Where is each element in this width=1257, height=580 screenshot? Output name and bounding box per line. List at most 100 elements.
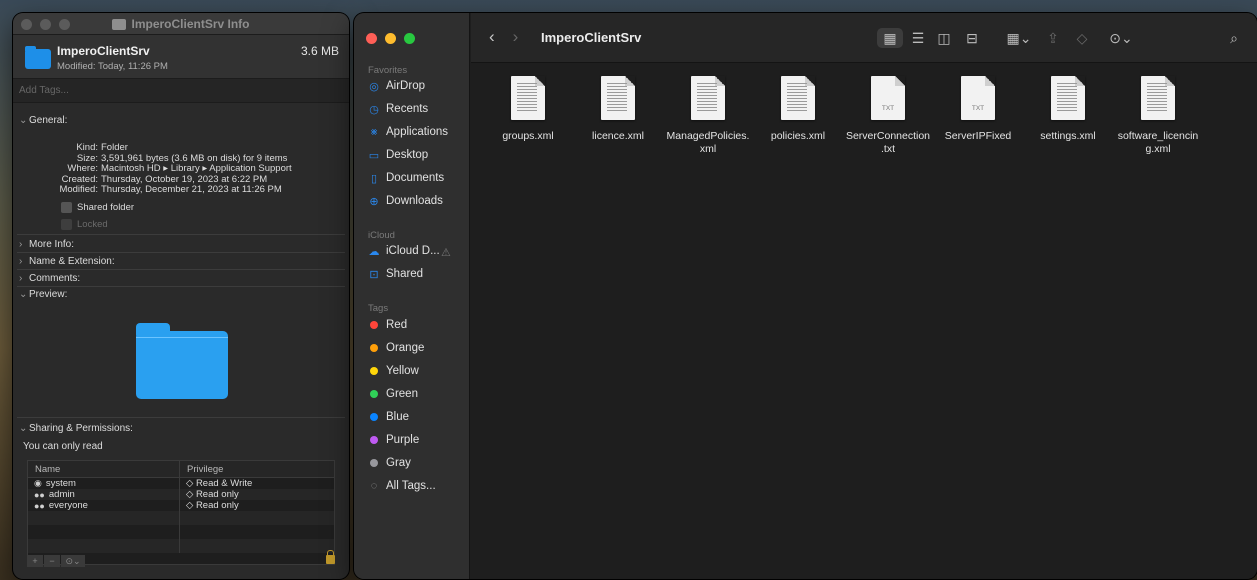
permission-privilege-cell[interactable]: ◇ Read & Write (180, 478, 252, 489)
shared-folder-checkbox[interactable]: Shared folder (61, 202, 134, 213)
chevron-right-icon: › (19, 273, 23, 284)
file-item[interactable]: settings.xml (1024, 76, 1112, 143)
list-view-button[interactable]: ☰ (907, 28, 929, 48)
sidebar-item-label: Documents (386, 172, 445, 184)
permission-name-cell: ●● admin (28, 489, 180, 500)
table-row[interactable]: ●● everyone ◇ Read only (28, 500, 334, 511)
xml-file-icon (781, 76, 815, 120)
sidebar-section-tags: Tags (368, 303, 389, 314)
sidebar-item[interactable]: Purple (368, 434, 419, 446)
file-type-label: TXT (971, 105, 985, 112)
general-key: Where: (67, 163, 98, 174)
divider (17, 252, 345, 253)
general-value: Macintosh HD ▸ Library ▸ Application Sup… (101, 163, 292, 174)
info-window-title: ImperoClientSrv Info (13, 17, 349, 31)
sidebar-item[interactable]: ⊕ Downloads (368, 195, 443, 208)
close-button[interactable] (366, 33, 377, 44)
sidebar-item-label: Applications (386, 126, 449, 138)
column-header-privilege[interactable]: Privilege (180, 464, 223, 475)
sharing-permissions-toggle[interactable]: ⌄ Sharing & Permissions: (19, 423, 133, 434)
permission-privilege-cell[interactable]: ◇ Read only (180, 489, 239, 500)
all-tags-icon: ◌ (370, 480, 378, 492)
minimize-button[interactable] (385, 33, 396, 44)
preview-toggle[interactable]: ⌄ Preview: (19, 289, 67, 300)
group-by-button[interactable]: ▦⌄ (1001, 28, 1037, 48)
file-item[interactable]: groups.xml (484, 76, 572, 143)
share-button[interactable]: ⇪ (1043, 28, 1063, 48)
add-permission-button[interactable]: + (27, 555, 43, 567)
finder-sidebar: Favorites ◎ AirDrop ◷ Recents ⨳ Applications ▭… (354, 13, 470, 579)
sidebar-item[interactable]: ◎ AirDrop (368, 80, 425, 93)
info-titlebar: ImperoClientSrv Info (13, 13, 349, 35)
sidebar-item[interactable]: Green (368, 388, 418, 400)
forward-button[interactable]: › (513, 27, 519, 47)
permission-privilege-cell[interactable]: ◇ Read only (180, 500, 239, 511)
sidebar-item-label: Yellow (386, 365, 419, 377)
zoom-button[interactable] (404, 33, 415, 44)
table-row-empty (28, 525, 334, 539)
checkbox-icon (61, 202, 72, 213)
general-details: Kind: Folder Size: 3,591,961 bytes (3.6 MB … (13, 142, 349, 196)
sidebar-item[interactable]: Yellow (368, 365, 419, 377)
file-item[interactable]: software_licencin g.xml (1114, 76, 1202, 156)
file-item[interactable]: licence.xml (574, 76, 662, 143)
shared-folder-icon: ⊡ (369, 268, 379, 281)
general-key: Kind: (76, 142, 98, 153)
item-modified: Modified: Today, 11:26 PM (57, 61, 168, 72)
sidebar-item-label: Purple (386, 434, 420, 446)
sidebar-item[interactable]: ◌ All Tags... (368, 480, 436, 492)
permission-user: admin (48, 489, 75, 500)
action-menu-button[interactable]: ⊙⌄ (61, 555, 85, 567)
general-row: Where: Macintosh HD ▸ Library ▸ Applicati… (13, 163, 349, 175)
file-item[interactable]: TXT ServerIPFixed (934, 76, 1022, 143)
applications-icon: ⨳ (370, 125, 378, 138)
sidebar-item-label: Gray (386, 457, 411, 469)
table-row[interactable]: ●● admin ◇ Read only (28, 489, 334, 500)
xml-file-icon (601, 76, 635, 120)
lock-icon[interactable] (326, 550, 335, 564)
tags-input[interactable]: Add Tags... (13, 79, 349, 103)
general-section-toggle[interactable]: ⌄ General: (19, 115, 67, 126)
divider (17, 234, 345, 235)
file-item[interactable]: policies.xml (754, 76, 842, 143)
sidebar-item[interactable]: ⊡ Shared (368, 268, 423, 281)
sidebar-item[interactable]: ◷ Recents (368, 103, 428, 116)
locked-checkbox[interactable]: Locked (61, 219, 108, 230)
tag-button[interactable]: ◇ (1071, 28, 1093, 48)
more-info-toggle[interactable]: › More Info: (19, 239, 74, 250)
permission-name-cell: ◉ system (28, 478, 180, 489)
sidebar-item[interactable]: ☁ iCloud D... (368, 245, 440, 258)
desktop-icon: ▭ (368, 149, 380, 162)
permission-note: You can only read (23, 441, 103, 452)
sidebar-item[interactable]: Blue (368, 411, 409, 423)
gallery-view-button[interactable]: ⊟ (961, 28, 983, 48)
icon-view-button[interactable]: ▦ (877, 28, 903, 48)
permission-user: system (45, 478, 76, 489)
permission-user: everyone (48, 500, 88, 511)
xml-file-icon (691, 76, 725, 120)
tag-color-icon (370, 436, 378, 444)
sidebar-item-label: Blue (386, 411, 410, 423)
sidebar-item[interactable]: ▭ Desktop (368, 149, 428, 162)
file-item[interactable]: TXT ServerConnection .txt (844, 76, 932, 156)
file-item[interactable]: ManagedPolicies. xml (664, 76, 752, 156)
folder-icon (112, 18, 127, 30)
remove-permission-button[interactable]: − (44, 555, 60, 567)
sidebar-item[interactable]: Gray (368, 457, 411, 469)
column-view-button[interactable]: ◫ (933, 28, 955, 48)
person-circle-icon: ◉ (34, 478, 42, 488)
sidebar-item[interactable]: ⨳ Applications (368, 125, 449, 139)
name-extension-toggle[interactable]: › Name & Extension: (19, 256, 115, 267)
search-button[interactable]: ⌕ (1224, 28, 1244, 48)
chevron-right-icon: › (19, 256, 23, 267)
divider (17, 286, 345, 287)
table-row[interactable]: ◉ system ◇ Read & Write (28, 478, 334, 489)
comments-toggle[interactable]: › Comments: (19, 273, 80, 284)
sidebar-item[interactable]: Red (368, 319, 407, 331)
back-button[interactable]: ‹ (489, 27, 495, 47)
more-actions-button[interactable]: ⊙⌄ (1103, 28, 1139, 48)
file-grid: groups.xml licence.xml ManagedPolicies. xm… (471, 63, 1257, 579)
column-header-name[interactable]: Name (28, 461, 180, 477)
sidebar-item[interactable]: Orange (368, 342, 424, 354)
sidebar-item[interactable]: ▯ Documents (368, 172, 445, 185)
